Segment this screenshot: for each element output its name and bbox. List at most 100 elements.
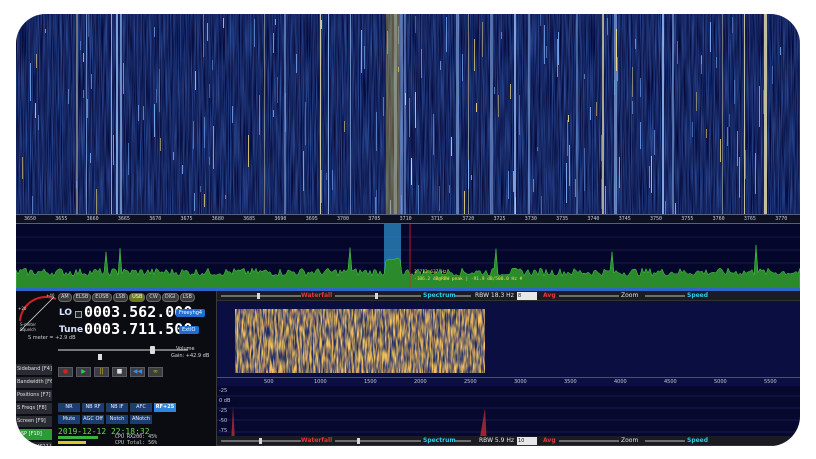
- dsp-button[interactable]: AGC Off: [82, 415, 104, 424]
- mode-button-digi[interactable]: DIGI: [161, 293, 179, 302]
- waterfall-label: Waterfall: [301, 292, 333, 299]
- loop-icon[interactable]: ∞: [148, 367, 163, 377]
- freq-tick-label: 3715: [430, 216, 443, 222]
- mode-button-am[interactable]: AM: [58, 293, 72, 302]
- audio-freq-tick: 3000: [514, 379, 527, 385]
- audio-frequency-axis[interactable]: 500 1000 1500 2000 2500 3000 3500 4000 4500 5000 5…: [217, 377, 800, 386]
- dsp-button[interactable]: NB IF: [106, 403, 128, 412]
- spectrum-label: Spectrum: [423, 292, 456, 299]
- squelch-knob[interactable]: [98, 354, 102, 360]
- side-button[interactable]: Positions [F7]: [16, 390, 52, 401]
- wf-contrast-knob[interactable]: [257, 293, 260, 299]
- zoom-slider[interactable]: [559, 295, 619, 297]
- freq-tick-label: 3650: [24, 216, 37, 222]
- audio-freq-tick: 4000: [614, 379, 627, 385]
- play-icon[interactable]: ▶: [76, 367, 91, 377]
- audio-freq-tick: 3500: [564, 379, 577, 385]
- transport-controls: ● ▶ || ■ ◀◀ ∞: [58, 367, 163, 377]
- freq-tick-label: 3705: [368, 216, 381, 222]
- freq-tick-label: 3750: [650, 216, 663, 222]
- volume-slider[interactable]: [58, 349, 188, 351]
- mode-button-lsb[interactable]: LSB: [179, 293, 195, 302]
- squelch-label: Squelch: [20, 327, 36, 332]
- extio-button[interactable]: ExtIO: [179, 326, 199, 334]
- main-frequency-axis[interactable]: 3650 3655 3660 3665 3670 3675 3680 3685 3690 3695…: [16, 214, 800, 224]
- speed-label-2: Speed: [687, 437, 709, 444]
- freq-tick-label: 3720: [462, 216, 475, 222]
- dsp-button[interactable]: ANotch: [130, 415, 152, 424]
- side-button[interactable]: Sideband [F4]: [16, 364, 52, 375]
- smeter-scale-left: +20: [18, 306, 27, 311]
- freq-tick-label: 3675: [180, 216, 193, 222]
- freq-tick-label: 3730: [524, 216, 537, 222]
- volume-knob[interactable]: [150, 346, 155, 354]
- audio-freq-tick: 2500: [464, 379, 477, 385]
- audio-display-controls: Waterfall Spectrum RBW 5.9 Hz 10 Avg Zoo…: [217, 436, 800, 446]
- audio-waterfall[interactable]: [217, 301, 800, 377]
- lock-icon[interactable]: [75, 311, 82, 318]
- main-waterfall[interactable]: [16, 14, 800, 214]
- pause-icon[interactable]: ||: [94, 367, 109, 377]
- audio-freq-tick: 1500: [364, 379, 377, 385]
- dsp-button[interactable]: NR: [58, 403, 80, 412]
- speed-slider-2[interactable]: [645, 440, 685, 442]
- mode-button-elsb[interactable]: ELSB: [72, 293, 92, 302]
- avg-spinner-2[interactable]: 10: [517, 437, 537, 445]
- spec-range-knob[interactable]: [375, 293, 378, 299]
- side-button[interactable]: Bandwidth [F6]: [16, 377, 52, 388]
- side-button[interactable]: Options [F11]: [16, 442, 52, 446]
- dsp-row-2: Mute AGC Off Notch ANotch: [58, 415, 152, 424]
- spec-range-slider[interactable]: [335, 295, 421, 297]
- dsp-button[interactable]: AFC: [130, 403, 152, 412]
- dsp-button[interactable]: Mute: [58, 415, 80, 424]
- mode-button-eusb[interactable]: EUSB: [92, 293, 112, 302]
- avg-spinner[interactable]: 8: [517, 292, 537, 300]
- mode-button-cw[interactable]: CW: [146, 293, 161, 302]
- dsp-button[interactable]: NB RF: [82, 403, 104, 412]
- freq-tick-label: 3770: [775, 216, 788, 222]
- dsp-button[interactable]: RF+25: [154, 403, 176, 412]
- dsp-button[interactable]: Notch: [106, 415, 128, 424]
- freq-tick-label: 3670: [149, 216, 162, 222]
- audio-freq-tick: 4500: [664, 379, 677, 385]
- freq-tick-label: 3755: [681, 216, 694, 222]
- smeter-reading: S meter = +2.9 dB: [28, 335, 76, 341]
- mode-button-lsb[interactable]: LSB: [112, 293, 129, 302]
- aspec-range-slider[interactable]: [335, 440, 421, 442]
- cpu-total-bar: [58, 441, 86, 444]
- speed-label: Speed: [687, 292, 709, 299]
- wf-contrast-slider[interactable]: [221, 295, 301, 297]
- main-spectrum[interactable]: [16, 224, 800, 290]
- stop-icon[interactable]: ■: [112, 367, 127, 377]
- spec-slider[interactable]: [455, 295, 471, 297]
- aspec-range-knob[interactable]: [357, 438, 360, 444]
- side-button[interactable]: Screen [F9]: [16, 416, 52, 427]
- dsp-row-1: NR NB RF NB IF AFC RF+25: [58, 403, 176, 412]
- zoom-slider-2[interactable]: [559, 440, 619, 442]
- mode-buttons: AM ELSB EUSB LSB USB CW DIGI LSB: [58, 293, 195, 302]
- audio-db-tick: 0 dB: [219, 398, 231, 404]
- sdr-window: 3650 3655 3660 3665 3670 3675 3680 3685 3690 3695…: [16, 14, 800, 446]
- rbw-label-2: RBW 5.9 Hz: [479, 437, 515, 444]
- cpu-total: CPU Total: 56%: [115, 440, 158, 446]
- audio-db-tick: -50: [219, 418, 228, 424]
- zoom-label: Zoom: [621, 292, 639, 299]
- lo-mode-button[interactable]: Freeyhg4: [176, 309, 206, 317]
- speed-slider[interactable]: [645, 295, 685, 297]
- audio-freq-tick: 5000: [714, 379, 727, 385]
- audio-freq-tick: 500: [264, 379, 274, 385]
- freq-tick-label: 3760: [712, 216, 725, 222]
- record-icon[interactable]: ●: [58, 367, 73, 377]
- smeter-scale-right: +40: [46, 293, 55, 298]
- aspec-slider[interactable]: [455, 440, 471, 442]
- main-display-controls: Waterfall Spectrum RBW 18.3 Hz 8 Avg Zoo…: [217, 291, 800, 301]
- freq-tick-label: 3660: [86, 216, 99, 222]
- avg-label: Avg: [543, 292, 556, 299]
- awf-contrast-knob[interactable]: [259, 438, 262, 444]
- freq-tick-label: 3655: [55, 216, 68, 222]
- side-button[interactable]: S Freqs [F8]: [16, 403, 52, 414]
- tune-frequency[interactable]: 0003.711.500: [84, 320, 192, 338]
- rewind-icon[interactable]: ◀◀: [130, 367, 145, 377]
- mode-button-usb[interactable]: USB: [129, 293, 146, 302]
- side-button[interactable]: DSP [F10]: [16, 429, 52, 440]
